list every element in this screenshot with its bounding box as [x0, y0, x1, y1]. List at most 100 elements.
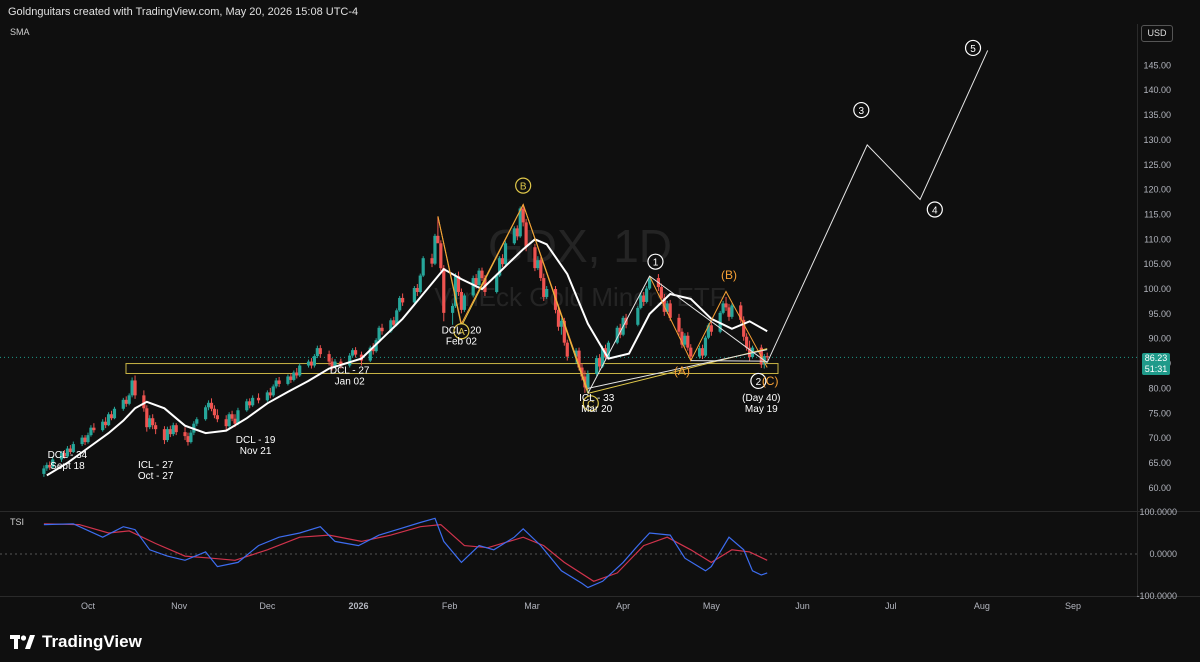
candle-body: [703, 337, 708, 356]
cycle-annotation: Sept 18: [50, 461, 85, 472]
price-axis-tick-label: 135.00: [1143, 110, 1171, 120]
candle-body: [512, 228, 516, 244]
price-axis-tick-label: 115.00: [1144, 209, 1171, 219]
tradingview-logo[interactable]: TradingView: [10, 632, 142, 652]
wave-label: 2: [756, 377, 762, 388]
candle-body: [204, 407, 208, 420]
candle-body: [636, 307, 640, 325]
candle-body: [380, 327, 384, 332]
candle: [106, 412, 111, 427]
candle-body: [133, 380, 137, 396]
candle-body: [42, 468, 46, 474]
candle-body: [80, 437, 84, 445]
cycle-annotation: Oct - 27: [138, 471, 174, 482]
candle: [398, 295, 402, 312]
cycle-annotation: Jan 02: [335, 376, 365, 387]
candle-body: [227, 414, 231, 427]
candle: [421, 256, 425, 278]
candle-body: [154, 425, 158, 430]
candle-body: [480, 270, 484, 279]
price-chart[interactable]: GDX, 1DVanEck Gold Miners ETF60.0065.007…: [0, 0, 1200, 622]
candle: [298, 363, 302, 377]
cycle-annotation: DCL - 27: [330, 365, 370, 376]
candle-body: [215, 415, 219, 420]
candle-body: [595, 358, 599, 374]
candle-body: [212, 408, 217, 416]
price-axis-tick-label: 120.00: [1143, 185, 1171, 195]
candle-body: [765, 356, 769, 358]
currency-button[interactable]: USD: [1141, 25, 1173, 42]
candle-body: [312, 356, 317, 366]
candle-body: [165, 429, 169, 441]
candle-body: [248, 401, 252, 406]
candle-body: [286, 376, 290, 384]
candle-body: [598, 358, 602, 367]
candle-body: [724, 303, 728, 308]
cycle-annotation: ICL - 33: [579, 393, 615, 404]
cycle-annotation: ICL - 27: [138, 460, 174, 471]
candle-body: [536, 260, 540, 269]
candle-body: [145, 408, 149, 428]
candle-body: [721, 303, 725, 313]
candle-body: [503, 243, 508, 265]
candle-body: [183, 432, 187, 437]
candle-body: [745, 336, 749, 348]
candle-body: [709, 325, 713, 332]
candle-body: [421, 258, 425, 276]
candle: [645, 286, 649, 304]
candle-body: [418, 275, 422, 292]
candle-body: [171, 425, 175, 435]
candle-body: [251, 397, 255, 406]
candle-body: [106, 414, 111, 426]
candle-body: [377, 327, 381, 341]
candle-body: [436, 235, 440, 244]
candle-body: [430, 258, 434, 264]
candle-body: [392, 320, 396, 325]
indicator-label-tsi[interactable]: TSI: [10, 517, 24, 527]
candle: [477, 268, 481, 287]
indicator-label-sma[interactable]: SMA: [10, 27, 30, 37]
cycle-annotation: Nov 21: [240, 446, 272, 457]
candle: [312, 354, 317, 368]
candle-body: [686, 335, 690, 348]
candle-body: [298, 365, 302, 376]
candle-body: [459, 291, 464, 310]
candle-body: [274, 380, 278, 387]
price-axis-tick-label: 100.00: [1143, 284, 1171, 294]
wave-label: 3: [859, 106, 865, 117]
candle-body: [309, 361, 314, 366]
last-price-tag: 86.23 51:31: [1142, 353, 1170, 375]
candle-body: [351, 350, 355, 356]
time-axis-tick-label: Mar: [524, 601, 540, 611]
candle-body: [174, 425, 178, 433]
candle-body: [195, 419, 199, 424]
candle-body: [515, 228, 519, 237]
tsi-axis-tick-label: -100.0000: [1136, 591, 1177, 601]
time-axis-tick-label: Aug: [974, 601, 990, 611]
candle-body: [83, 437, 87, 443]
candle-body: [206, 402, 211, 408]
time-axis-tick-label: Jun: [795, 601, 810, 611]
candle-body: [645, 288, 649, 302]
wave-label: 5: [970, 44, 976, 55]
candle: [703, 335, 708, 358]
candle-body: [439, 243, 443, 269]
candle: [412, 286, 416, 304]
candle-body: [130, 380, 134, 396]
candle-body: [271, 386, 275, 396]
candle-body: [639, 295, 643, 308]
candle-body: [542, 278, 546, 297]
tsi-axis-tick-label: 0.0000: [1149, 549, 1177, 559]
candle-body: [186, 436, 190, 443]
price-axis-tick-label: 90.00: [1148, 334, 1171, 344]
tradingview-chart-window: Goldnguitars created with TradingView.co…: [0, 0, 1200, 662]
candle-body: [539, 260, 543, 279]
time-axis-tick-label: May: [703, 601, 721, 611]
candle-body: [533, 247, 537, 269]
candle-body: [353, 350, 358, 355]
candle: [462, 293, 466, 312]
candle: [503, 241, 508, 266]
candle-body: [586, 373, 590, 388]
candle: [636, 305, 640, 327]
candle-body: [495, 275, 499, 292]
